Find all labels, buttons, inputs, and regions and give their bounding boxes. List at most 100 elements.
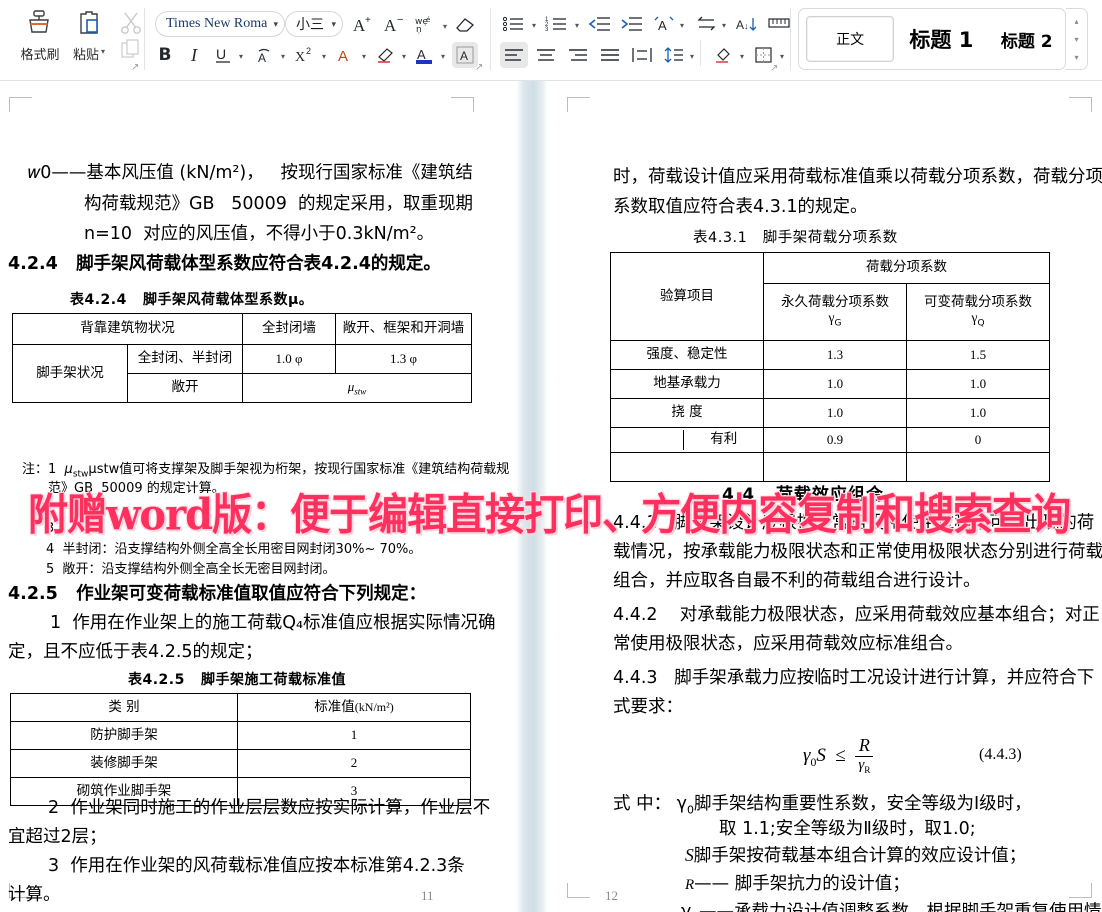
document-page-right[interactable]: 时，荷载设计值应采用荷载标准值乘以荷载分项系数，荷载分项 系数取值应符合表4.3… xyxy=(547,81,1102,912)
where-line-2: 取 1.1;安全等级为Ⅱ级时，取1.0; xyxy=(719,821,976,839)
distribute-button[interactable] xyxy=(628,42,656,68)
table-row: 强度、稳定性 1.3 1.5 xyxy=(611,341,1050,370)
bold-button[interactable]: B xyxy=(152,42,178,68)
align-left-button[interactable] xyxy=(500,42,528,68)
change-case-button[interactable]: wẹ é ṇ xyxy=(412,11,442,37)
formula-443: γ0S ≤ R γR xyxy=(803,736,873,777)
styles-more-icon[interactable]: ▾ xyxy=(1074,53,1078,62)
chevron-down-icon[interactable]: ▾ xyxy=(269,19,278,30)
bullets-button[interactable] xyxy=(500,11,528,37)
sort-button[interactable]: A ↓ xyxy=(733,11,761,37)
paragraph-443: 4.4.3 脚手架承载力应按临时工况设计进行计算，并应符合下 xyxy=(613,670,1094,688)
asian-layout-button[interactable]: A xyxy=(650,11,678,37)
paste-button[interactable]: 粘贴 ▾ xyxy=(66,3,112,75)
table-cell: 强度、稳定性 xyxy=(611,341,764,370)
shrink-font-button[interactable]: A − xyxy=(382,11,408,37)
margin-mark xyxy=(9,97,32,112)
paste-label: 粘贴 xyxy=(73,44,99,63)
chevron-down-icon[interactable]: ▾ xyxy=(740,52,744,61)
paragraph-424: 4.2.4 脚手架风荷载体型系数应符合表4.2.4的规定。 xyxy=(8,256,441,274)
clipboard-dialog-launcher[interactable]: ↗ xyxy=(131,62,139,73)
document-canvas[interactable]: 𝑤0——基本风压值 (kN/m²)， 按现行国家标准《建筑结 构荷载规范》GB … xyxy=(0,81,1102,912)
chevron-down-icon[interactable]: ▾ xyxy=(362,52,366,61)
table-header-cell: 验算项目 xyxy=(611,253,764,341)
font-dialog-launcher[interactable]: ↗ xyxy=(475,62,483,73)
style-item-normal[interactable]: 正文 xyxy=(806,16,894,62)
chevron-down-icon[interactable]: ▾ xyxy=(575,21,579,30)
table-header-cell: 背靠建筑物状况 xyxy=(13,314,243,345)
justify-button[interactable] xyxy=(596,42,624,68)
borders-icon xyxy=(753,46,775,64)
chevron-down-icon[interactable]: ▾ xyxy=(281,52,285,61)
change-case-icon: wẹ é ṇ xyxy=(414,14,440,34)
svg-text:U: U xyxy=(216,46,226,62)
font-color-button[interactable]: A xyxy=(412,42,438,68)
chevron-down-icon[interactable]: ▾ xyxy=(402,52,406,61)
align-center-button[interactable] xyxy=(532,42,560,68)
table-cell: 0 xyxy=(907,428,1050,453)
chevron-down-icon[interactable]: ▾ xyxy=(239,52,243,61)
grow-font-button[interactable]: A + xyxy=(351,11,377,37)
text-effect-button[interactable]: A xyxy=(333,42,359,68)
styles-scrollbar[interactable]: ▴ ▾ ▾ xyxy=(1066,8,1088,70)
line-spacing-button[interactable] xyxy=(660,42,688,68)
paragraph-441: 4.4.1 脚手架设计应根据正常搭设和使用过程中可能出现的荷 xyxy=(613,515,1094,533)
chevron-down-icon[interactable]: ▾ xyxy=(780,52,784,61)
table-cell-mu-stw: μstw xyxy=(243,374,472,403)
text-direction-button[interactable] xyxy=(692,11,720,37)
paragraph-425-1: 1 作用在作业架上的施工荷载Q₄标准值应根据实际情况确 xyxy=(50,615,496,633)
asian-layout-icon: A xyxy=(652,15,676,33)
chevron-down-icon[interactable]: ▾ xyxy=(327,19,336,30)
superscript-icon: X 2 xyxy=(294,45,318,65)
margin-mark xyxy=(451,97,474,112)
font-family-combo[interactable]: Times New Roma ▾ xyxy=(155,11,285,37)
decrease-indent-button[interactable] xyxy=(586,11,614,37)
clear-format-button[interactable] xyxy=(452,11,478,37)
style-label: 标题 2 xyxy=(1001,27,1053,52)
numbering-button[interactable]: 1 2 3 xyxy=(543,11,571,37)
page-gutter xyxy=(517,81,547,912)
svg-text:+: + xyxy=(365,15,371,26)
note-4: 4 半封闭：沿支撑结构外侧全高全长用密目网封闭30%~ 70%。 xyxy=(46,543,421,556)
superscript-button[interactable]: X 2 xyxy=(292,42,320,68)
chevron-down-icon[interactable]: ▾ xyxy=(441,52,445,61)
chevron-down-icon[interactable]: ▾ xyxy=(690,52,694,61)
show-marks-button[interactable] xyxy=(765,11,793,37)
paragraph-dialog-launcher[interactable]: ↗ xyxy=(770,63,778,74)
highlight-color-button[interactable] xyxy=(373,42,399,68)
svg-text:X: X xyxy=(295,50,305,65)
table-header-cell: 类 别 xyxy=(11,694,238,722)
chevron-down-icon[interactable]: ▾ xyxy=(101,47,105,56)
chevron-down-icon[interactable]: ▾ xyxy=(532,21,536,30)
italic-button[interactable]: I xyxy=(181,42,207,68)
distribute-icon xyxy=(631,46,653,64)
where-line-3: S脚手架按荷载基本组合计算的效应设计值； xyxy=(685,847,1026,866)
table-cell: 地基承载力 xyxy=(611,370,764,399)
shading-button[interactable] xyxy=(710,42,738,68)
justify-icon xyxy=(599,46,621,64)
chevron-down-icon[interactable]: ▾ xyxy=(322,52,326,61)
pinyin-guide-button[interactable]: A xyxy=(252,42,278,68)
chevron-down-icon[interactable]: ▾ xyxy=(680,21,684,30)
svg-text:A: A xyxy=(258,51,266,65)
table-cell: 有利 xyxy=(684,430,763,450)
scroll-up-icon[interactable]: ▴ xyxy=(1074,17,1078,26)
table-cell: 防护脚手架 xyxy=(11,722,238,750)
font-size-combo[interactable]: 小三 ▾ xyxy=(285,11,343,37)
table-header-cell: 可变荷载分项系数 γQ xyxy=(907,284,1050,341)
format-painter-button[interactable]: 格式刷 xyxy=(17,3,63,75)
increase-indent-button[interactable] xyxy=(618,11,646,37)
scroll-down-icon[interactable]: ▾ xyxy=(1074,35,1078,44)
underline-button[interactable]: U xyxy=(210,42,236,68)
style-item-heading1[interactable]: 标题 1 xyxy=(901,16,981,62)
margin-mark xyxy=(1069,97,1092,112)
chevron-down-icon[interactable]: ▾ xyxy=(722,21,726,30)
styles-gallery[interactable]: 正文 标题 1 标题 2 xyxy=(798,8,1066,70)
paragraph-441b: 载情况，按承载能力极限状态和正常使用极限状态分别进行荷载 xyxy=(613,544,1102,562)
align-right-icon xyxy=(567,46,589,64)
section-title-44: 4.4 荷载效应组合 xyxy=(722,487,884,504)
document-page-left[interactable]: 𝑤0——基本风压值 (kN/m²)， 按现行国家标准《建筑结 构荷载规范》GB … xyxy=(0,81,517,912)
align-right-button[interactable] xyxy=(564,42,592,68)
style-item-heading2[interactable]: 标题 2 xyxy=(989,16,1065,62)
chevron-down-icon[interactable]: ▾ xyxy=(443,22,447,31)
